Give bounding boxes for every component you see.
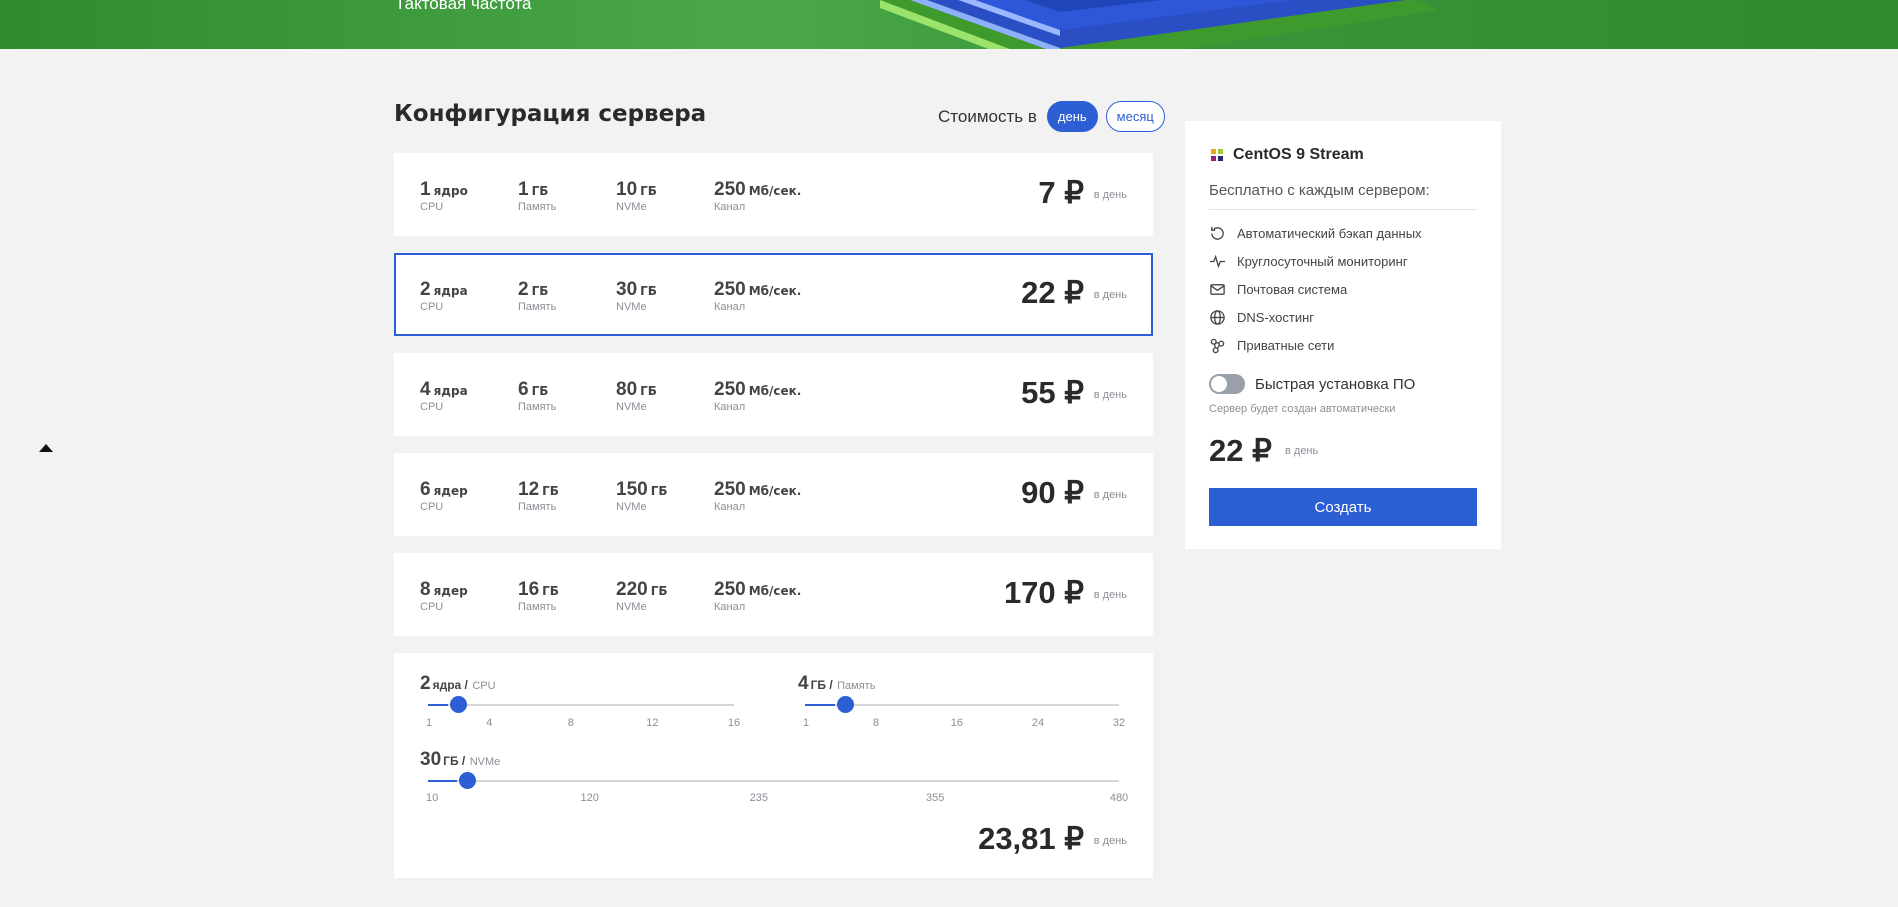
free-features-title: Бесплатно с каждым сервером: [1209,182,1430,199]
pulse-icon [1209,254,1226,268]
plan-price: 7 ₽ [1038,175,1084,210]
plan-spec-disk: 150 ГБ NVMe [616,479,668,513]
backup-icon [1211,226,1224,240]
plan-spec-disk: 220 ГБ NVMe [616,579,668,613]
plan-spec-cpu: 2 ядра CPU [420,279,468,313]
plan-card[interactable]: 1 ядро CPU 1 ГБ Память 10 ГБ NVMe 250 Мб/сек. Канал… [394,153,1153,236]
quick-install-toggle[interactable] [1209,374,1245,394]
plan-card[interactable]: 8 ядер CPU 16 ГБ Память 220 ГБ NVMe 250 Мб/сек. Кан… [394,553,1153,636]
plan-price: 55 ₽ [1021,375,1084,410]
plan-price: 170 ₽ [1003,575,1084,610]
free-features-list: Автоматический бэкап данных Круглосуточн… [1209,219,1422,359]
slider-tick: 1 [426,717,433,729]
plan-spec-net: 250 Мб/сек. Канал [714,279,802,313]
feature-private-network: Приватные сети [1209,331,1422,359]
summary-price-period: в день [1285,445,1319,457]
plan-price: 22 ₽ [1021,275,1084,310]
slider-tick: 8 [567,717,574,729]
quick-install-row: Быстрая установка ПО [1209,374,1415,394]
plan-spec-net: 250 Мб/сек. Канал [714,479,802,513]
price-mode-label: Стоимость в [938,106,1037,126]
price-mode-switch: Стоимость в день месяц [938,101,1165,132]
slider-tick: 16 [727,717,741,729]
plan-card[interactable]: 6 ядер CPU 12 ГБ Память 150 ГБ NVMe 250 Мб/сек. Кан… [394,453,1153,536]
plan-price-period: в день [1093,489,1127,501]
plan-spec-net: 250 Мб/сек. Канал [714,579,802,613]
plan-price-period: в день [1093,189,1127,201]
os-selection[interactable]: CentOS 9 Stream [1209,146,1364,164]
feature-backup: Автоматический бэкап данных [1209,219,1422,247]
slider-tick: 1 [803,717,810,729]
slider-tick: 12 [646,717,659,729]
mode-month-button[interactable]: месяц [1105,101,1165,132]
centos-logo-icon [1211,149,1223,161]
plan-spec-ram: 6 ГБ Память [518,379,557,413]
slider-tick: 16 [950,717,964,729]
plan-spec-cpu: 6 ядер CPU [420,479,468,513]
slider-tick: 235 [749,792,768,804]
slider-tick: 32 [1112,717,1126,729]
custom-config-card: 2 ядра / CPU 1 4 8 12 16 4 ГБ / Память 1 8 16 24 3… [394,653,1153,878]
section-title: Конфигурация сервера [394,101,707,127]
os-name: CentOS 9 Stream [1233,146,1364,163]
plan-spec-ram: 12 ГБ Память [518,479,559,513]
hero-banner: Тактовая частота [0,0,1898,49]
plan-spec-cpu: 8 ядер CPU [420,579,468,613]
plan-card[interactable]: 4 ядра CPU 6 ГБ Память 80 ГБ NVMe 250 Мб/сек. Канал… [394,353,1153,436]
plan-price-period: в день [1093,389,1127,401]
plan-spec-cpu: 4 ядра CPU [420,379,468,413]
plan-spec-disk: 10 ГБ NVMe [616,179,657,213]
plan-spec-net: 250 Мб/сек. Канал [714,179,802,213]
cpu-slider[interactable] [428,696,734,713]
globe-icon [1210,309,1225,325]
disk-slider[interactable] [428,772,1119,789]
plan-price-period: в день [1093,589,1127,601]
mail-icon [1210,283,1225,295]
scroll-to-top-icon[interactable] [39,444,53,452]
feature-mail: Почтовая система [1209,275,1422,303]
quick-install-label: Быстрая установка ПО [1255,375,1416,393]
plan-spec-disk: 30 ГБ NVMe [616,279,657,313]
server-stack-illustration [880,0,1440,49]
slider-tick: 24 [1031,717,1045,729]
quick-install-note: Сервер будет создан автоматически [1209,403,1396,415]
slider-tick: 4 [486,717,493,729]
plan-spec-cpu: 1 ядро CPU [420,179,468,213]
mode-day-button[interactable]: день [1046,101,1098,132]
plan-card[interactable]: 2 ядра CPU 2 ГБ Память 30 ГБ NVMe 250 Мб/сек. Канал… [394,253,1153,336]
cpu-slider-label: 2 ядра / CPU [420,673,496,694]
slider-tick: 10 [426,792,439,804]
divider [1209,209,1477,210]
cpu-slider-handle[interactable] [449,696,467,713]
plan-spec-ram: 2 ГБ Память [518,279,557,313]
custom-price-period: в день [1093,835,1127,847]
slider-tick: 8 [872,717,879,729]
summary-price: 22 ₽ [1209,433,1272,468]
custom-price: 23,81 ₽ [978,821,1084,856]
plan-spec-ram: 1 ГБ Память [518,179,557,213]
network-icon [1210,338,1225,353]
hero-subtitle: Тактовая частота [395,0,532,13]
feature-dns: DNS-хостинг [1209,303,1422,331]
feature-monitoring: Круглосуточный мониторинг [1209,247,1422,275]
slider-tick: 355 [926,792,945,804]
disk-slider-label: 30 ГБ / NVMe [420,749,501,770]
slider-tick: 120 [580,792,599,804]
ram-slider-handle[interactable] [836,696,854,713]
order-summary-panel: CentOS 9 Stream Бесплатно с каждым серве… [1185,121,1501,549]
disk-slider-handle[interactable] [458,772,476,789]
create-server-button[interactable]: Создать [1209,488,1477,526]
ram-slider-label: 4 ГБ / Память [798,673,876,694]
plan-spec-net: 250 Мб/сек. Канал [714,379,802,413]
ram-slider[interactable] [805,696,1119,713]
plan-price: 90 ₽ [1021,475,1084,510]
plan-price-period: в день [1093,289,1127,301]
plan-spec-disk: 80 ГБ NVMe [616,379,657,413]
plan-spec-ram: 16 ГБ Память [518,579,559,613]
slider-tick: 480 [1109,792,1129,804]
